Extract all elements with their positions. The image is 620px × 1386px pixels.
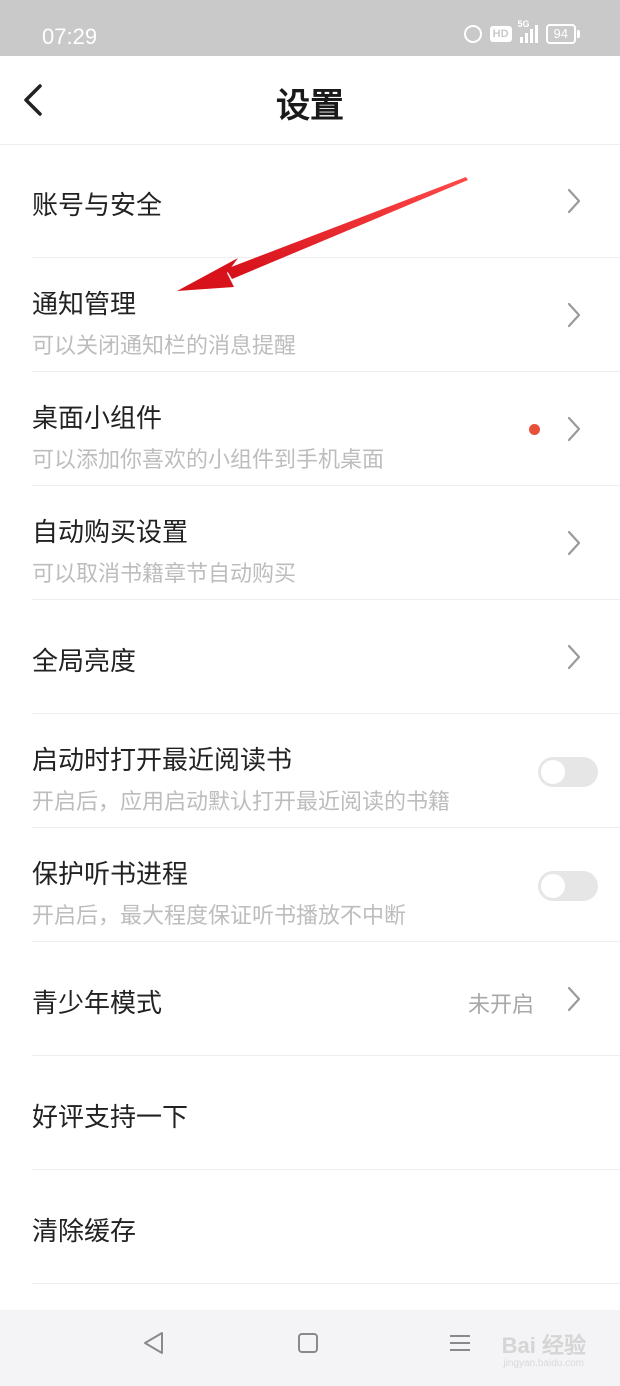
settings-item-subtitle: 可以取消书籍章节自动购买 [32, 562, 297, 587]
menu-lines-icon[interactable] [448, 1330, 472, 1356]
settings-item-title: 全局亮度 [32, 647, 137, 677]
hd-icon: HD [489, 26, 512, 42]
settings-item-protect-audio: 保护听书进程 开启后，最大程度保证听书播放不中断 [0, 828, 620, 942]
chevron-right-icon [567, 986, 581, 1012]
toggle-knob [541, 874, 565, 898]
settings-item-title: 启动时打开最近阅读书 [32, 746, 293, 776]
settings-item-rate-app[interactable]: 好评支持一下 [0, 1056, 620, 1170]
settings-item-title: 青少年模式 [32, 989, 163, 1019]
settings-item-widget[interactable]: 桌面小组件 可以添加你喜欢的小组件到手机桌面 [0, 372, 620, 486]
open-recent-toggle[interactable] [538, 757, 598, 787]
baidu-watermark: Bai 经验 [501, 1333, 586, 1358]
settings-item-account-security[interactable]: 账号与安全 [0, 144, 620, 258]
chevron-right-icon [567, 188, 581, 214]
settings-item-title: 好评支持一下 [32, 1103, 189, 1133]
settings-item-clear-cache[interactable]: 清除缓存 [0, 1170, 620, 1284]
page-title: 设置 [276, 86, 344, 126]
signal-icon: 5G [518, 19, 538, 43]
protect-audio-toggle[interactable] [538, 871, 598, 901]
network-type: 5G [517, 19, 530, 29]
settings-item-title: 保护听书进程 [32, 860, 189, 890]
settings-item-title: 账号与安全 [32, 191, 163, 221]
status-icons: HD 5G 94 [463, 19, 581, 44]
settings-item-title: 清除缓存 [32, 1217, 137, 1247]
home-square-icon[interactable] [296, 1330, 320, 1356]
settings-item-title: 桌面小组件 [32, 404, 163, 434]
chevron-right-icon [567, 644, 581, 670]
battery-icon: 94 [545, 24, 581, 44]
settings-item-subtitle: 开启后，最大程度保证听书播放不中断 [32, 904, 407, 929]
settings-item-notifications[interactable]: 通知管理 可以关闭通知栏的消息提醒 [0, 258, 620, 372]
settings-item-brightness[interactable]: 全局亮度 [0, 600, 620, 714]
toggle-knob [541, 760, 565, 784]
chevron-right-icon [567, 530, 581, 556]
chevron-right-icon [567, 302, 581, 328]
watermark-url: jingyan.baidu.com [503, 1358, 584, 1369]
chevron-right-icon [567, 416, 581, 442]
header: 设置 [0, 56, 620, 145]
settings-item-teen-mode[interactable]: 青少年模式 未开启 [0, 942, 620, 1056]
teen-mode-status: 未开启 [467, 993, 534, 1018]
status-bar: 07:29 HD 5G 94 [0, 0, 620, 56]
system-nav-bar: Bai 经验 jingyan.baidu.com [0, 1310, 620, 1386]
back-triangle-icon[interactable] [142, 1330, 166, 1356]
settings-item-title: 自动购买设置 [32, 518, 189, 548]
settings-item-auto-purchase[interactable]: 自动购买设置 可以取消书籍章节自动购买 [0, 486, 620, 600]
alarm-icon [463, 25, 482, 43]
settings-item-subtitle: 可以关闭通知栏的消息提醒 [32, 334, 297, 359]
battery-level: 94 [553, 26, 568, 41]
settings-item-title: 通知管理 [32, 290, 137, 320]
settings-item-subtitle: 开启后，应用启动默认打开最近阅读的书籍 [32, 790, 451, 815]
settings-item-subtitle: 可以添加你喜欢的小组件到手机桌面 [32, 448, 385, 473]
status-time: 07:29 [42, 24, 98, 49]
divider [32, 1283, 620, 1284]
settings-item-open-recent-book: 启动时打开最近阅读书 开启后，应用启动默认打开最近阅读的书籍 [0, 714, 620, 828]
new-badge-dot [529, 424, 540, 435]
